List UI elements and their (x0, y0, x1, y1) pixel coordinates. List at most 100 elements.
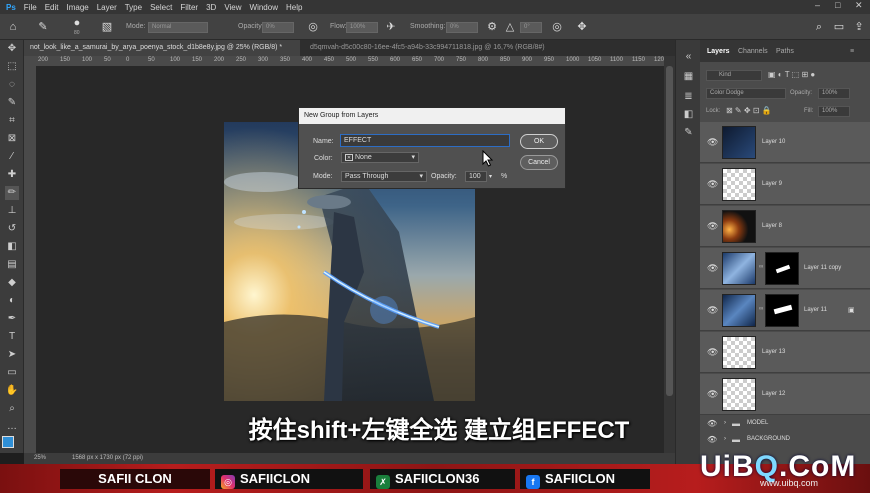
menu-view[interactable]: View (224, 3, 241, 12)
layer-fill-field[interactable]: 100% (818, 106, 850, 117)
mode-select[interactable]: Normal (148, 22, 208, 33)
menu-type[interactable]: Type (125, 3, 142, 12)
stamp-tool-icon[interactable]: ⊥ (5, 204, 19, 218)
lasso-tool-icon[interactable]: ◌ (5, 78, 19, 92)
brush-preset-icon[interactable]: ● (70, 16, 84, 30)
healing-tool-icon[interactable]: ✚ (5, 168, 19, 182)
brush-settings-icon[interactable]: ▧ (100, 20, 114, 34)
visibility-eye-icon[interactable]: 👁 (707, 305, 718, 316)
group-row-background[interactable]: 👁 › ▬ BACKGROUND (700, 432, 870, 448)
visibility-eye-icon[interactable]: 👁 (707, 137, 718, 148)
opacity-field[interactable]: 100 (465, 171, 487, 182)
pen-tool-icon[interactable]: ✒ (5, 312, 19, 326)
brush-panel-icon[interactable]: ✎ (682, 126, 695, 139)
menu-layer[interactable]: Layer (97, 3, 117, 12)
scrollbar-thumb[interactable] (666, 66, 673, 396)
crop-tool-icon[interactable]: ⌗ (5, 114, 19, 128)
smoothing-options-icon[interactable]: ⚙ (485, 20, 499, 34)
visibility-eye-icon[interactable]: 👁 (707, 419, 717, 428)
visibility-eye-icon[interactable]: 👁 (707, 347, 718, 358)
group-name[interactable]: BACKGROUND (747, 436, 790, 442)
layer-row[interactable]: 👁 Layer 9 (700, 164, 870, 205)
eyedropper-tool-icon[interactable]: ⁄ (5, 150, 19, 164)
zoom-level[interactable]: 25% (34, 455, 46, 461)
minimize-icon[interactable]: – (815, 0, 820, 10)
search-icon[interactable]: ⌕ (812, 20, 826, 34)
blend-mode-select[interactable]: Color Dodge (706, 88, 786, 99)
document-info[interactable]: 1568 px x 1730 px (72 ppi) (72, 455, 143, 461)
opacity-field[interactable]: 0% (262, 22, 294, 33)
layer-name[interactable]: Layer 11 (804, 307, 827, 313)
group-name-input[interactable] (340, 134, 510, 147)
menu-filter[interactable]: Filter (180, 3, 198, 12)
visibility-eye-icon[interactable]: 👁 (707, 221, 718, 232)
layer-row[interactable]: 👁 Layer 12 (700, 374, 870, 415)
shape-tool-icon[interactable]: ▭ (5, 366, 19, 380)
tab-second-document[interactable]: d5qmvah-d5c00c80-16ee-4fc5-a94b-33c99471… (306, 40, 549, 56)
layer-row[interactable]: 👁 Layer 8 (700, 206, 870, 247)
cancel-button[interactable]: Cancel (520, 155, 558, 170)
tab-active-document[interactable]: not_look_like_a_samurai_by_arya_poenya_s… (24, 40, 300, 56)
airbrush-icon[interactable]: ✈ (384, 20, 398, 34)
group-name[interactable]: MODEL (747, 420, 768, 426)
expand-arrow-icon[interactable]: › (724, 436, 726, 442)
menu-image[interactable]: Image (66, 3, 88, 12)
tab-channels[interactable]: Channels (738, 48, 768, 55)
menu-select[interactable]: Select (150, 3, 172, 12)
visibility-eye-icon[interactable]: 👁 (707, 263, 718, 274)
group-row-model[interactable]: 👁 › ▬ MODEL (700, 416, 870, 432)
angle-field[interactable]: 0° (520, 22, 542, 33)
pressure-opacity-icon[interactable]: ◎ (306, 20, 320, 34)
menu-window[interactable]: Window (250, 3, 278, 12)
layer-row[interactable]: 👁 ∞ Layer 11 copy (700, 248, 870, 289)
menu-file[interactable]: File (24, 3, 37, 12)
symmetry-icon[interactable]: ✥ (575, 20, 589, 34)
panel-menu-icon[interactable]: ≡ (850, 48, 854, 55)
home-icon[interactable]: ⌂ (6, 20, 20, 34)
layer-name[interactable]: Layer 13 (762, 349, 785, 355)
eraser-tool-icon[interactable]: ◧ (5, 240, 19, 254)
brush-tool-icon[interactable]: ✏ (5, 186, 19, 200)
pressure-size-icon[interactable]: ◎ (550, 20, 564, 34)
layer-mask-thumbnail[interactable] (765, 252, 799, 285)
tab-layers[interactable]: Layers (707, 48, 730, 55)
angle-icon[interactable]: △ (503, 20, 517, 34)
hand-tool-icon[interactable]: ✋ (5, 384, 19, 398)
flow-field[interactable]: 100% (346, 22, 378, 33)
color-select[interactable]: ✕ None ▾ (341, 152, 419, 163)
properties-panel-icon[interactable]: ≣ (682, 90, 695, 103)
layer-name[interactable]: Layer 9 (762, 181, 782, 187)
brush-tool-icon[interactable]: ✎ (36, 20, 50, 34)
quick-select-tool-icon[interactable]: ✎ (5, 96, 19, 110)
lock-icons[interactable]: ⊠ ✎ ✥ ⊡ 🔒 (726, 106, 772, 115)
layer-filter-select[interactable]: Kind (706, 70, 762, 81)
menu-3d[interactable]: 3D (206, 3, 216, 12)
dodge-tool-icon[interactable]: ◐ (5, 294, 19, 308)
share-icon[interactable]: ⇪ (852, 20, 866, 34)
path-select-tool-icon[interactable]: ➤ (5, 348, 19, 362)
chevron-down-icon[interactable]: ▾ (489, 173, 492, 180)
move-tool-icon[interactable]: ✥ (5, 42, 19, 56)
filter-type-icons[interactable]: ▣ ◐ T ⬚ ⊞ ● (768, 70, 815, 79)
vertical-scrollbar[interactable] (664, 56, 675, 453)
expand-arrow-icon[interactable]: › (724, 420, 726, 426)
marquee-tool-icon[interactable]: ⬚ (5, 60, 19, 74)
layer-row[interactable]: 👁 Layer 10 (700, 122, 870, 163)
visibility-eye-icon[interactable]: 👁 (707, 435, 717, 444)
history-panel-icon[interactable]: ▦ (682, 70, 695, 83)
ps-logo[interactable]: Ps (6, 3, 16, 12)
frame-tool-icon[interactable]: ⊠ (5, 132, 19, 146)
layer-row[interactable]: 👁 ∞ Layer 11 ▣ (700, 290, 870, 331)
blur-tool-icon[interactable]: ◆ (5, 276, 19, 290)
tab-paths[interactable]: Paths (776, 48, 794, 55)
layer-opacity-field[interactable]: 100% (818, 88, 850, 99)
layer-name[interactable]: Layer 11 copy (804, 265, 841, 271)
collapse-panels-icon[interactable]: « (682, 50, 695, 63)
history-brush-tool-icon[interactable]: ↺ (5, 222, 19, 236)
ok-button[interactable]: OK (520, 134, 558, 149)
foreground-color-swatch[interactable] (2, 436, 14, 448)
layer-name[interactable]: Layer 8 (762, 223, 782, 229)
layer-name[interactable]: Layer 12 (762, 391, 785, 397)
gradient-tool-icon[interactable]: ▤ (5, 258, 19, 272)
adjustments-panel-icon[interactable]: ◧ (682, 108, 695, 121)
